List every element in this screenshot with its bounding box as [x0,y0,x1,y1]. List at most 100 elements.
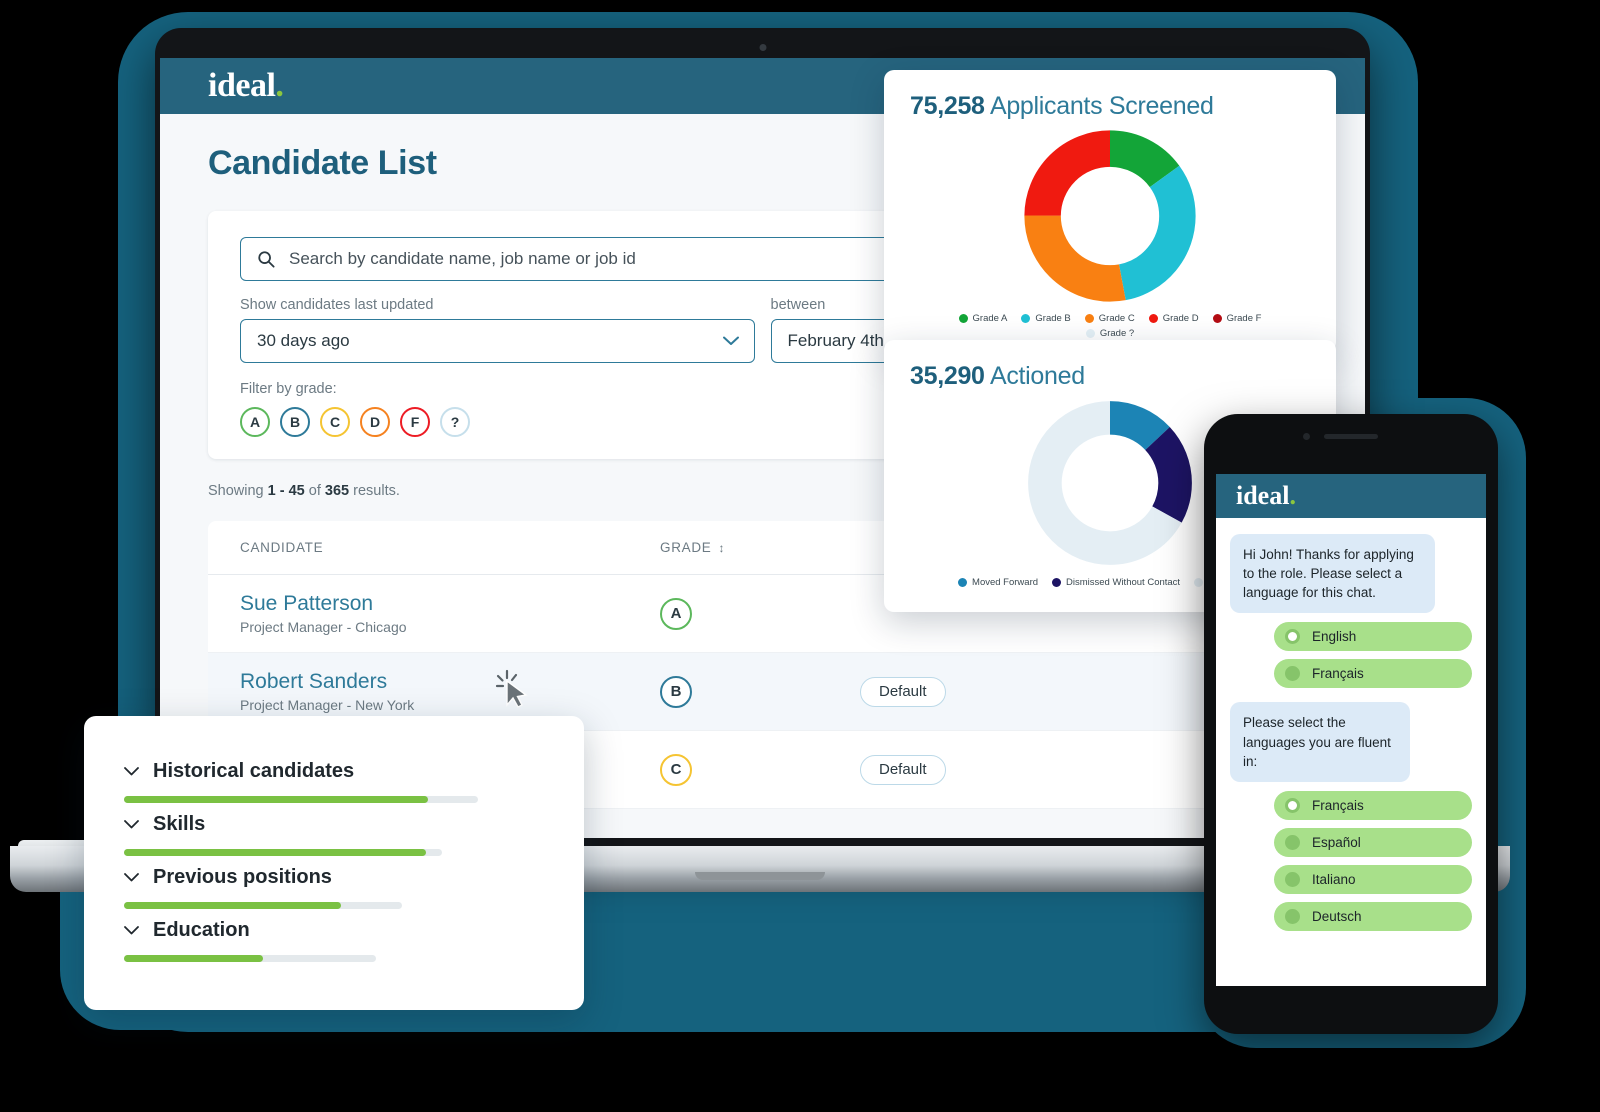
radio-icon[interactable] [1285,834,1300,850]
grade-filter-b[interactable]: B [280,407,310,437]
legend-label: Grade F [1226,313,1262,324]
last-updated-select-wrapper: 30 days ago [240,319,755,363]
chat-area: Hi John! Thanks for applying to the role… [1216,518,1486,931]
expand-section-header[interactable]: Skills [124,813,544,836]
chat-option-francais[interactable]: Français [1274,659,1472,689]
last-updated-select[interactable]: 30 days ago [240,319,755,363]
last-updated-label: Show candidates last updated [240,297,434,313]
progress-fill [124,849,427,856]
phone-frame: ideal. Hi John! Thanks for applying to t… [1204,414,1498,1034]
candidate-detail-card: Historical candidates Skills Previous po… [84,716,584,1010]
brand-logo[interactable]: ideal. [208,67,284,105]
legend-item: Dismissed Without Contact [1052,577,1180,588]
expand-section[interactable]: Historical candidates [124,760,544,803]
grade-filter-a-label: A [249,414,261,430]
candidate-role: Project Manager - Chicago [240,619,407,635]
expand-section[interactable]: Education [124,919,544,962]
grade-filter-f[interactable]: F [400,407,430,437]
grade-badge: A [660,597,692,630]
expand-section-header[interactable]: Education [124,919,544,942]
candidate-role: Project Manager - New York [240,697,415,713]
status-badge[interactable]: Default [860,676,946,707]
chat-option-espanol[interactable]: Español [1274,827,1472,857]
expand-section-label: Historical candidates [153,760,355,782]
actioned-donut-chart [1028,401,1192,565]
sort-arrows-icon[interactable]: ↕ [719,541,726,555]
candidate-name-link[interactable]: Sue Patterson [240,592,660,616]
laptop-base-notch [695,872,825,880]
results-prefix: Showing [208,483,268,499]
grade-badge-label: A [670,605,682,622]
expand-section-label: Skills [153,813,206,835]
progress-fill [124,955,263,962]
applicants-screened-card: 75,258 Applicants Screened Grade A Grade… [884,70,1336,352]
grade-filter-c[interactable]: C [320,407,350,437]
chat-option-list: Français Español Italiano Deutsch [1230,790,1472,931]
legend-label: Dismissed Without Contact [1066,577,1181,588]
column-header-grade[interactable]: GRADE ↕ [660,540,860,555]
legend-dot-grade-f [1212,314,1222,323]
chevron-down-icon[interactable] [124,820,139,829]
grade-badge-label: B [670,683,682,700]
grade-filter-a[interactable]: A [240,407,270,437]
legend-item: Grade C [1084,313,1135,324]
brand-logo-dot: . [275,67,284,104]
expand-section-header[interactable]: Previous positions [124,866,544,889]
candidate-cell: Sue Patterson Project Manager - Chicago [240,592,660,635]
column-header-grade-label: GRADE [660,540,712,555]
applicants-screened-count: 75,258 [910,92,985,120]
results-range: 1 - 45 [267,483,305,499]
legend-dot-grade-unknown [1085,329,1095,338]
chat-option-english[interactable]: English [1274,622,1472,652]
candidate-name-link[interactable]: Robert Sanders [240,670,660,694]
legend-dot-grade-b [1021,314,1031,323]
radio-icon[interactable] [1285,629,1300,645]
applicants-screened-donut-wrapper [910,127,1310,305]
mouse-cursor-icon [495,669,528,708]
expand-section-label: Previous positions [153,866,332,888]
radio-icon[interactable] [1285,797,1300,813]
phone-screen: ideal. Hi John! Thanks for applying to t… [1216,474,1486,986]
expand-section-label: Education [153,919,250,941]
legend-item: Moved Forward [958,577,1038,588]
progress-track [124,849,442,856]
legend-item: Grade F [1212,313,1262,324]
expand-section[interactable]: Skills [124,813,544,856]
chevron-down-icon[interactable] [124,873,139,882]
radio-icon[interactable] [1285,871,1300,887]
column-header-candidate[interactable]: CANDIDATE [240,540,660,555]
progress-fill [124,796,429,803]
grade-filter-unknown[interactable]: ? [440,407,470,437]
chat-bot-message: Please select the languages you are flue… [1230,702,1410,782]
results-suffix: results. [349,483,400,499]
grade-badge: C [660,753,692,786]
legend-item: Grade A [958,313,1007,324]
legend-item: Grade B [1021,313,1071,324]
status-badge[interactable]: Default [860,754,946,785]
phone-brand-logo-text: ideal [1236,481,1290,510]
legend-dot-moved-forward [958,578,968,587]
applicants-screened-donut-chart [1024,130,1196,302]
grade-cell: C [660,753,860,786]
radio-icon[interactable] [1285,908,1300,924]
chat-option-deutsch[interactable]: Deutsch [1274,901,1472,931]
grade-badge: B [660,675,692,708]
legend-item: Grade ? [1085,328,1134,339]
grade-filter-d-label: D [369,414,381,430]
legend-label: Grade B [1035,313,1071,324]
chat-spacer [1230,688,1472,702]
chevron-down-icon[interactable] [124,767,139,776]
expand-section[interactable]: Previous positions [124,866,544,909]
chat-option-francais-2[interactable]: Français [1274,790,1472,820]
actioned-label: Actioned [984,362,1085,390]
chevron-down-icon[interactable] [124,926,139,935]
chat-option-italiano[interactable]: Italiano [1274,864,1472,894]
grade-filter-d[interactable]: D [360,407,390,437]
expand-section-header[interactable]: Historical candidates [124,760,544,783]
phone-brand-logo-dot: . [1289,481,1296,510]
search-icon [258,251,275,268]
chevron-down-icon[interactable] [722,336,739,346]
legend-dot-grade-a [958,314,968,323]
radio-icon[interactable] [1285,666,1300,682]
results-total: 365 [324,483,350,499]
